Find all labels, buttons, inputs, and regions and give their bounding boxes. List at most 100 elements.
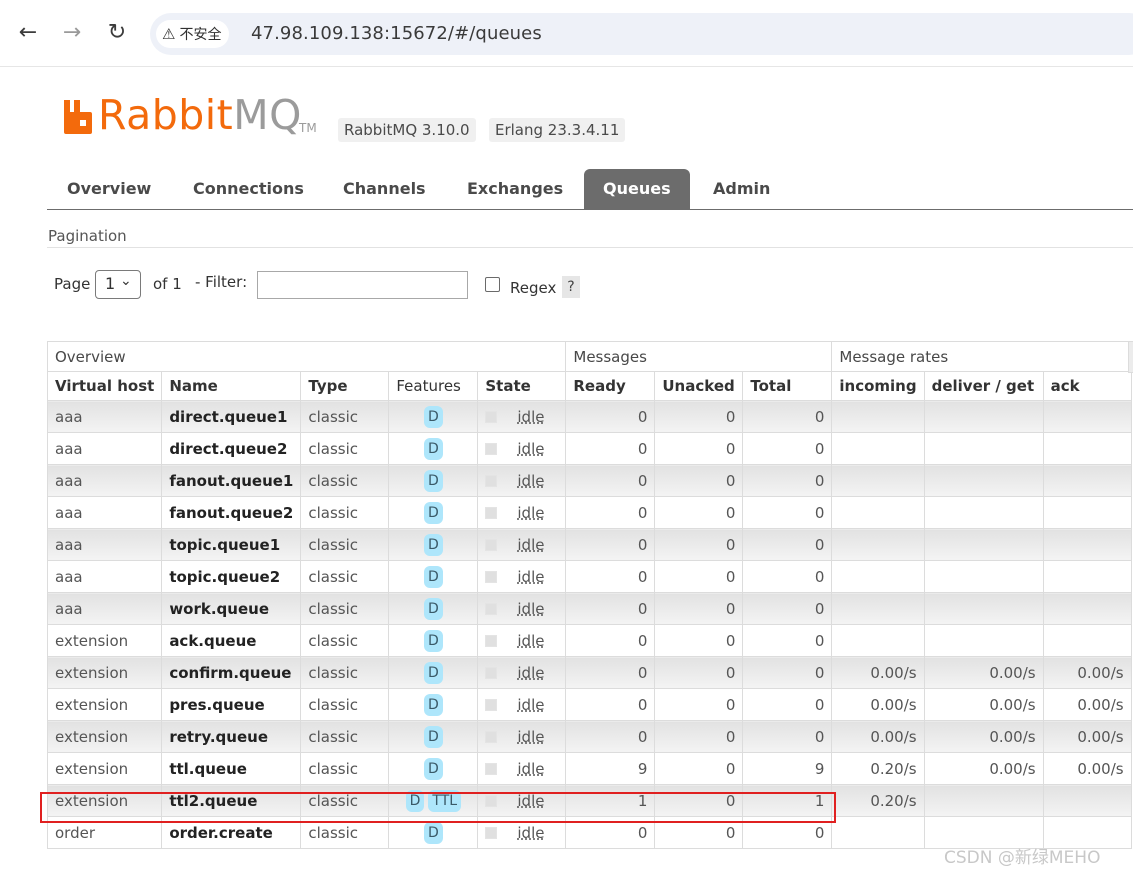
regex-checkbox[interactable] [485, 277, 500, 292]
queue-name-link[interactable]: topic.queue1 [161, 528, 302, 561]
col-ack[interactable]: ack [1042, 371, 1132, 401]
cell-deliver: 0.00/s [923, 752, 1044, 785]
table-row[interactable]: extension confirm.queue classic Didle 0 0 0 0.0… [46, 656, 1132, 689]
cell-unacked: 0 [654, 560, 744, 593]
cell-incoming [831, 528, 925, 561]
page-label: Page [54, 275, 91, 293]
tab-queues[interactable]: Queues [584, 169, 690, 209]
table-row[interactable]: aaa work.queue classic Didle 0 0 0 [46, 592, 1132, 625]
cell-vhost: extension [46, 752, 163, 785]
queue-name-link[interactable]: retry.queue [161, 720, 302, 753]
page-select[interactable]: 1 ⌄ [95, 270, 141, 299]
cell-state: idle [477, 464, 567, 497]
cell-type: classic [300, 400, 390, 433]
state-indicator-icon [485, 827, 498, 839]
state-indicator-icon [485, 731, 498, 743]
watermark: CSDN @新绿MEHO [944, 848, 1101, 868]
col-state[interactable]: State [477, 371, 567, 401]
queue-name-link[interactable]: confirm.queue [161, 656, 302, 689]
table-row[interactable]: aaa direct.queue1 classic Didle 0 0 0 [46, 400, 1132, 433]
help-button[interactable]: ? [562, 276, 580, 298]
cell-total: 0 [742, 592, 833, 625]
table-row[interactable]: extension pres.queue classic Didle 0 0 0 0.00/s… [46, 688, 1132, 721]
col-type[interactable]: Type [300, 371, 390, 401]
state-text: idle [517, 407, 545, 426]
state-indicator-icon [485, 411, 498, 423]
filter-input[interactable] [257, 271, 468, 299]
state-indicator-icon [485, 699, 498, 711]
cell-incoming: 0.00/s [831, 720, 925, 753]
table-options-toggle[interactable] [1128, 341, 1133, 373]
cell-deliver [923, 528, 1044, 561]
queue-name-link[interactable]: pres.queue [161, 688, 302, 721]
cell-type: classic [300, 656, 390, 689]
queue-name-link[interactable]: ttl.queue [161, 752, 302, 785]
tab-overview[interactable]: Overview [48, 169, 170, 209]
main-tabs: Overview Connections Channels Exchanges … [47, 169, 1133, 210]
queue-name-link[interactable]: direct.queue1 [161, 400, 302, 433]
tab-connections[interactable]: Connections [174, 169, 323, 209]
highlight-box [40, 792, 836, 823]
filter-label: - Filter: [195, 273, 248, 291]
logo-wordmark: RabbitMQ [98, 93, 302, 137]
pagination-title[interactable]: Pagination [48, 227, 127, 245]
col-total[interactable]: Total [742, 371, 833, 401]
tab-channels[interactable]: Channels [324, 169, 445, 209]
forward-arrow-icon[interactable]: → [59, 20, 85, 46]
state-text: idle [517, 439, 545, 458]
tab-admin[interactable]: Admin [694, 169, 789, 209]
table-row[interactable]: extension retry.queue classic Didle 0 0 0 0.00/… [46, 720, 1132, 753]
col-deliver-get[interactable]: deliver / get [923, 371, 1044, 401]
cell-features: D [388, 432, 479, 465]
cell-ready: 0 [565, 496, 656, 529]
reload-icon[interactable]: ↻ [104, 20, 130, 46]
table-row[interactable]: extension ack.queue classic Didle 0 0 0 [46, 624, 1132, 657]
cell-incoming [831, 464, 925, 497]
cell-deliver [923, 432, 1044, 465]
queue-name-link[interactable]: topic.queue2 [161, 560, 302, 593]
of-pages-label: of 1 [153, 275, 182, 293]
queue-name-link[interactable]: work.queue [161, 592, 302, 625]
table-row[interactable]: aaa fanout.queue1 classic Didle 0 0 0 [46, 464, 1132, 497]
state-indicator-icon [485, 539, 498, 551]
back-arrow-icon[interactable]: ← [15, 20, 41, 46]
cell-total: 0 [742, 528, 833, 561]
cell-incoming [831, 496, 925, 529]
cell-ready: 0 [565, 528, 656, 561]
col-virtual-host[interactable]: Virtual host [46, 371, 163, 401]
cell-deliver [923, 464, 1044, 497]
state-text: idle [517, 759, 545, 778]
cell-unacked: 0 [654, 464, 744, 497]
table-row[interactable]: aaa topic.queue2 classic Didle 0 0 0 [46, 560, 1132, 593]
table-row[interactable]: aaa fanout.queue2 classic Didle 0 0 0 [46, 496, 1132, 529]
url-text[interactable]: 47.98.109.138:15672/#/queues [251, 23, 542, 44]
cell-vhost: aaa [46, 560, 163, 593]
queue-name-link[interactable]: fanout.queue2 [161, 496, 302, 529]
table-row[interactable]: extension ttl.queue classic Didle 9 0 9 0.20/s 0… [46, 752, 1132, 785]
security-chip[interactable]: ⚠ 不安全 [156, 20, 230, 48]
cell-type: classic [300, 560, 390, 593]
col-unacked[interactable]: Unacked [654, 371, 744, 401]
cell-ready: 0 [565, 720, 656, 753]
queue-name-link[interactable]: direct.queue2 [161, 432, 302, 465]
feature-badge: D [423, 661, 443, 684]
table-row[interactable]: aaa direct.queue2 classic Didle 0 0 0 [46, 432, 1132, 465]
queue-name-link[interactable]: ack.queue [161, 624, 302, 657]
address-bar[interactable]: ⚠ 不安全 47.98.109.138:15672/#/queues [150, 13, 1133, 55]
col-name[interactable]: Name [161, 371, 302, 401]
queue-name-link[interactable]: fanout.queue1 [161, 464, 302, 497]
cell-vhost: aaa [46, 496, 163, 529]
cell-features: D [388, 464, 479, 497]
table-row[interactable]: aaa topic.queue1 classic Didle 0 0 0 [46, 528, 1132, 561]
cell-state: idle [477, 656, 567, 689]
state-text: idle [517, 695, 545, 714]
cell-features: D [388, 496, 479, 529]
col-features: Features [388, 371, 479, 401]
chevron-down-icon: ⌄ [120, 273, 132, 289]
group-message-rates: Message rates [831, 341, 1132, 372]
tab-exchanges[interactable]: Exchanges [448, 169, 582, 209]
cell-type: classic [300, 432, 390, 465]
col-incoming[interactable]: incoming [831, 371, 925, 401]
cell-ack [1042, 464, 1132, 497]
col-ready[interactable]: Ready [565, 371, 656, 401]
